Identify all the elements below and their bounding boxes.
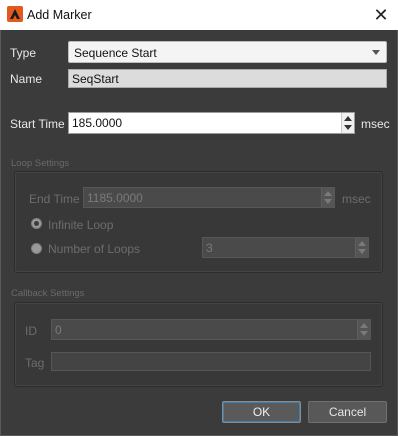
- spin-up-icon[interactable]: [360, 323, 368, 328]
- start-time-value: 185.0000: [72, 116, 123, 130]
- name-field[interactable]: SeqStart: [68, 69, 387, 88]
- type-value: Sequence Start: [74, 46, 157, 60]
- end-time-unit: msec: [342, 192, 371, 206]
- window-title: Add Marker: [27, 8, 92, 22]
- id-spinbox[interactable]: 0: [51, 319, 371, 340]
- tag-field[interactable]: [51, 352, 371, 371]
- end-time-value: 1185.0000: [87, 191, 143, 205]
- infinite-loop-label: Infinite Loop: [48, 218, 114, 232]
- id-label: ID: [25, 324, 37, 338]
- name-label: Name: [10, 72, 43, 86]
- close-button[interactable]: ✕: [364, 0, 398, 30]
- end-time-spin-buttons[interactable]: [321, 188, 334, 207]
- start-time-spinbox[interactable]: 185.0000: [68, 112, 355, 134]
- spin-down-icon[interactable]: [324, 199, 332, 204]
- app-logo-icon: [7, 6, 23, 22]
- number-of-loops-radio[interactable]: [31, 243, 42, 254]
- start-time-label: Start Time: [10, 117, 65, 131]
- id-value: 0: [55, 323, 62, 337]
- loops-spin-buttons[interactable]: [355, 238, 368, 257]
- spin-down-icon[interactable]: [344, 125, 352, 130]
- number-of-loops-spinbox[interactable]: 3: [202, 237, 369, 258]
- infinite-loop-radio[interactable]: [31, 218, 42, 229]
- close-icon: ✕: [373, 5, 389, 25]
- radio-selected-dot: [34, 221, 39, 226]
- start-time-unit: msec: [361, 117, 390, 131]
- name-value: SeqStart: [72, 72, 119, 86]
- type-label: Type: [10, 46, 37, 60]
- spin-up-icon[interactable]: [324, 191, 332, 196]
- start-time-spin-buttons[interactable]: [341, 113, 354, 133]
- number-of-loops-value: 3: [206, 241, 213, 255]
- spin-up-icon[interactable]: [344, 116, 352, 121]
- chevron-down-icon: [372, 50, 380, 55]
- tag-label: Tag: [25, 356, 45, 370]
- cancel-button[interactable]: Cancel: [308, 401, 387, 423]
- spin-down-icon[interactable]: [358, 249, 366, 254]
- number-of-loops-label: Number of Loops: [48, 242, 141, 256]
- callback-settings-group: [14, 302, 383, 387]
- type-dropdown[interactable]: Sequence Start: [68, 41, 387, 63]
- callback-settings-title: Callback Settings: [11, 288, 85, 299]
- id-spin-buttons[interactable]: [357, 320, 370, 339]
- spin-up-icon[interactable]: [358, 241, 366, 246]
- end-time-label: End Time: [29, 192, 80, 206]
- title-bar: Add Marker ✕: [0, 0, 398, 30]
- ok-button[interactable]: OK: [222, 401, 301, 423]
- end-time-spinbox[interactable]: 1185.0000: [83, 187, 335, 208]
- loop-settings-title: Loop Settings: [11, 158, 70, 169]
- spin-down-icon[interactable]: [360, 331, 368, 336]
- dialog-body: Type Sequence Start Name SeqStart Start …: [0, 30, 398, 436]
